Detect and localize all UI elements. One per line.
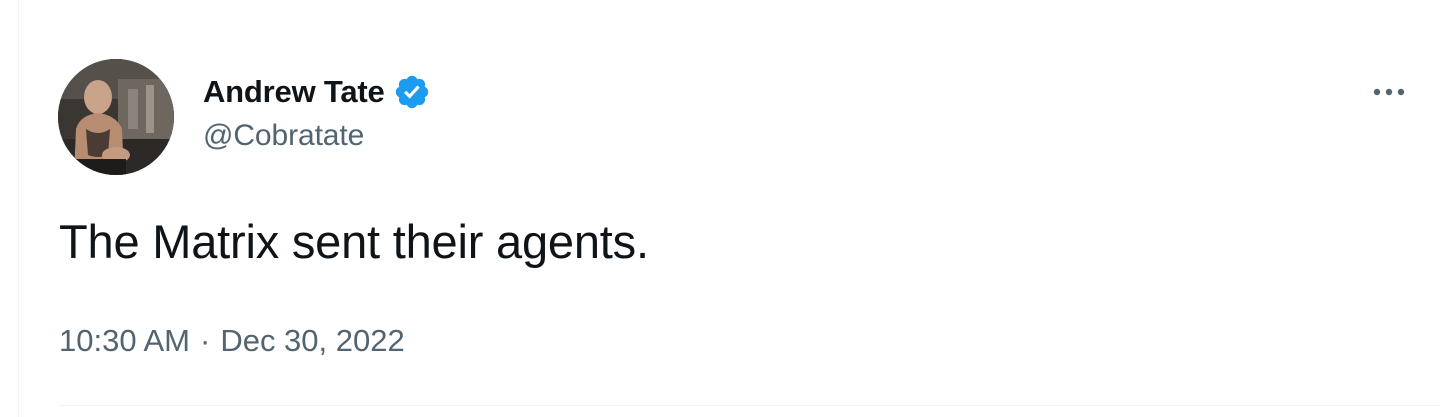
author-handle[interactable]: @Cobratate <box>203 119 364 153</box>
meta-separator: · <box>199 323 211 358</box>
author-name[interactable]: Andrew Tate <box>203 74 385 110</box>
tweet-date: Dec 30, 2022 <box>220 323 405 358</box>
tweet-text: The Matrix sent their agents. <box>59 215 649 268</box>
tweet-timestamp[interactable]: 10:30 AM · Dec 30, 2022 <box>59 323 405 359</box>
divider <box>59 405 1440 406</box>
more-options-button[interactable] <box>1367 74 1411 110</box>
avatar[interactable] <box>58 59 174 175</box>
more-horizontal-icon <box>1373 88 1405 96</box>
author-name-row: Andrew Tate <box>203 72 431 112</box>
tweet-card: Andrew Tate @Cobratate The Matrix sent t… <box>18 0 1440 417</box>
tweet-time: 10:30 AM <box>59 323 190 358</box>
verified-badge-icon <box>395 75 428 109</box>
avatar-photo <box>58 59 174 175</box>
